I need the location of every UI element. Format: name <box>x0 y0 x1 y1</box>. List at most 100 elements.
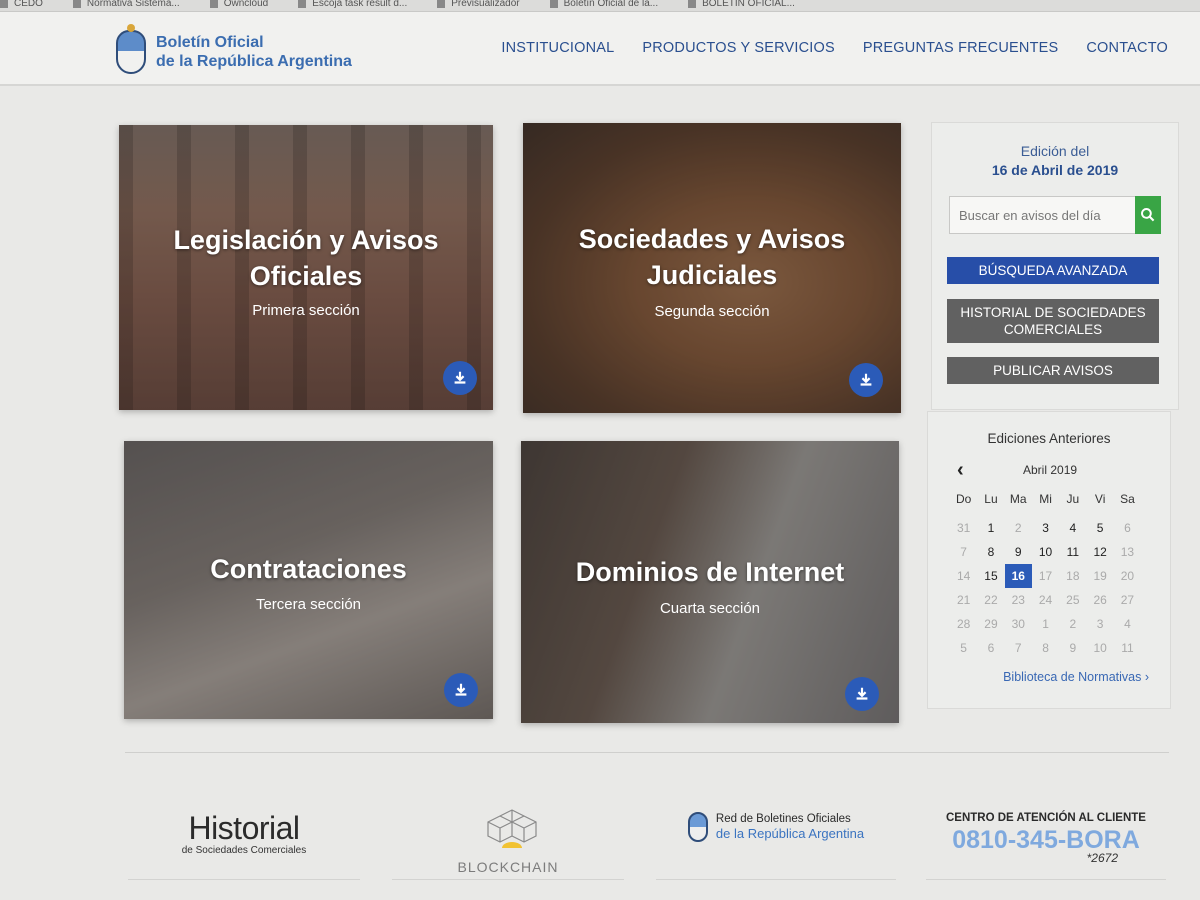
nav-contacto[interactable]: CONTACTO <box>1086 40 1168 56</box>
weekday-header: Lu <box>984 492 998 506</box>
tile-tercera-seccion[interactable]: Contrataciones Tercera sección <box>124 441 493 719</box>
bookmark-item[interactable]: Owncloud <box>209 0 268 9</box>
edition-label: Edición del <box>1020 143 1090 159</box>
calendar-day: 26 <box>1093 593 1107 607</box>
bookmark-item[interactable]: BOLETÍN OFICIAL... <box>688 0 795 9</box>
calendar-day[interactable]: 8 <box>977 540 1004 564</box>
download-icon[interactable] <box>845 677 879 711</box>
calendar-day: 29 <box>984 617 998 631</box>
bookmark-item[interactable]: Escoja task result d... <box>298 0 407 9</box>
calendar-day: 9 <box>1069 641 1077 655</box>
calendar-day: 8 <box>1042 641 1049 655</box>
download-icon[interactable] <box>849 363 883 397</box>
historial-logo[interactable]: Historial de Sociedades Comerciales <box>128 790 360 880</box>
bookmark-item[interactable]: Boletín Oficial de la... <box>549 0 658 9</box>
calendar-day: 3 <box>1096 617 1104 631</box>
weekday-header: Vi <box>1094 492 1106 506</box>
site-header: Boletín Oficial de la República Argentin… <box>0 12 1200 86</box>
calendar-day: 17 <box>1038 569 1053 583</box>
calendar-title: Ediciones Anteriores <box>987 431 1111 446</box>
weekday-header: Ma <box>1009 492 1027 506</box>
search-box <box>949 196 1161 234</box>
calendar-day[interactable]: 1 <box>977 516 1004 540</box>
weekday-header: Mi <box>1039 492 1052 506</box>
blockchain-logo[interactable]: BLOCKCHAIN <box>392 790 624 880</box>
calendar-day: 31 <box>956 521 971 535</box>
logo-line-1: Boletín Oficial <box>156 34 264 51</box>
tile-cuarta-seccion[interactable]: Dominios de Internet Cuarta sección <box>521 441 899 723</box>
tile-title: Legislación y Avisos Oficiales <box>173 225 439 291</box>
footer-divider <box>125 752 1169 753</box>
bookmark-icon <box>72 0 81 8</box>
main-nav: INSTITUCIONAL PRODUCTOS Y SERVICIOS PREG… <box>501 40 1168 56</box>
calendar-day[interactable]: 3 <box>1032 516 1059 540</box>
coat-of-arms-icon <box>116 24 146 74</box>
library-link[interactable]: Biblioteca de Normativas › <box>1003 670 1149 684</box>
tile-title: Contrataciones <box>210 554 407 584</box>
bookmark-item[interactable]: Normativa Sistema... <box>72 0 180 9</box>
tile-segunda-seccion[interactable]: Sociedades y Avisos Judiciales Segunda s… <box>523 123 901 413</box>
calendar-day: 14 <box>956 569 971 583</box>
history-button[interactable]: HISTORIAL DE SOCIEDADES COMERCIALES <box>947 299 1159 343</box>
calendar-day[interactable]: 11 <box>1059 540 1086 564</box>
red-line-2: de la República Argentina <box>715 826 865 841</box>
calendar-month: Abril 2019 <box>1023 463 1078 477</box>
advanced-search-button[interactable]: BÚSQUEDA AVANZADA <box>947 257 1159 284</box>
historial-title: Historial <box>188 810 300 846</box>
calendar-day: 28 <box>956 617 971 631</box>
calendar-day[interactable]: 10 <box>1032 540 1059 564</box>
calendar-day: 22 <box>984 593 998 607</box>
coat-of-arms-icon <box>687 812 708 842</box>
download-icon[interactable] <box>444 673 478 707</box>
calendar-day: 23 <box>1011 593 1025 607</box>
calendar-day[interactable]: 5 <box>1086 516 1113 540</box>
tile-primera-seccion[interactable]: Legislación y Avisos Oficiales Primera s… <box>119 125 493 410</box>
calendar-day: 19 <box>1093 569 1107 583</box>
publish-button[interactable]: PUBLICAR AVISOS <box>947 357 1159 384</box>
bookmarks-bar: CEDO Normativa Sistema... Owncloud Escoja t… <box>0 0 1200 12</box>
calendar-day[interactable]: 9 <box>1005 540 1032 564</box>
bookmark-icon <box>549 0 558 8</box>
calendar-day[interactable]: 15 <box>977 564 1004 588</box>
site-logo[interactable]: Boletín Oficial de la República Argentin… <box>116 24 352 74</box>
bookmark-icon <box>209 0 218 8</box>
search-button[interactable] <box>1135 196 1161 234</box>
calendar-day[interactable]: 12 <box>1086 540 1113 564</box>
calendar-day: 21 <box>956 593 971 607</box>
calendar-day[interactable]: 4 <box>1059 516 1086 540</box>
calendar-grid: Do Lu Ma Mi Ju Vi Sa 31 1 2 3 4 5 6 7 8 9 10 11 12 13 14 15 16 1… <box>950 492 1141 660</box>
weekday-header: Sa <box>1120 492 1135 506</box>
calendar-day: 27 <box>1120 593 1135 607</box>
blockchain-label: BLOCKCHAIN <box>457 859 559 875</box>
search-input[interactable] <box>949 196 1135 234</box>
calendar-day: 25 <box>1066 593 1080 607</box>
nav-preguntas-frecuentes[interactable]: PREGUNTAS FRECUENTES <box>863 40 1058 56</box>
chevron-left-icon[interactable]: ‹ <box>957 459 964 482</box>
nav-productos-servicios[interactable]: PRODUCTOS Y SERVICIOS <box>642 40 835 56</box>
bookmark-icon <box>437 0 446 8</box>
customer-service[interactable]: CENTRO DE ATENCIÓN AL CLIENTE 0810-345-B… <box>926 790 1166 880</box>
search-icon <box>1141 208 1155 222</box>
tile-subtitle: Cuarta sección <box>659 600 761 617</box>
calendar-day: 30 <box>1011 617 1025 631</box>
red-line-1: Red de Boletines Oficiales <box>715 813 851 825</box>
calendar-day: 6 <box>1124 521 1131 535</box>
calendar-day: 20 <box>1120 569 1135 583</box>
calendar-day: 7 <box>1014 641 1022 655</box>
tile-subtitle: Segunda sección <box>654 303 770 320</box>
weekday-header: Do <box>955 492 972 506</box>
calendar-panel: Ediciones Anteriores ‹ Abril 2019 Do Lu Ma… <box>927 411 1171 709</box>
bookmark-item[interactable]: CEDO <box>0 0 43 9</box>
tile-subtitle: Tercera sección <box>255 596 362 613</box>
bookmark-item[interactable]: Previsualizador <box>437 0 520 9</box>
calendar-day: 5 <box>960 641 967 655</box>
tile-subtitle: Primera sección <box>252 302 360 319</box>
download-icon[interactable] <box>443 361 477 395</box>
edition-panel: Edición del 16 de Abril de 2019 BÚSQUEDA… <box>931 122 1179 410</box>
calendar-day-selected[interactable]: 16 <box>1004 564 1032 588</box>
tile-title: Sociedades y Avisos Judiciales <box>578 224 846 290</box>
calendar-day: 24 <box>1038 593 1053 607</box>
edition-date: 16 de Abril de 2019 <box>991 162 1119 178</box>
red-boletines-logo[interactable]: Red de Boletines Oficiales de la Repúbli… <box>656 790 896 880</box>
nav-institucional[interactable]: INSTITUCIONAL <box>501 40 614 56</box>
